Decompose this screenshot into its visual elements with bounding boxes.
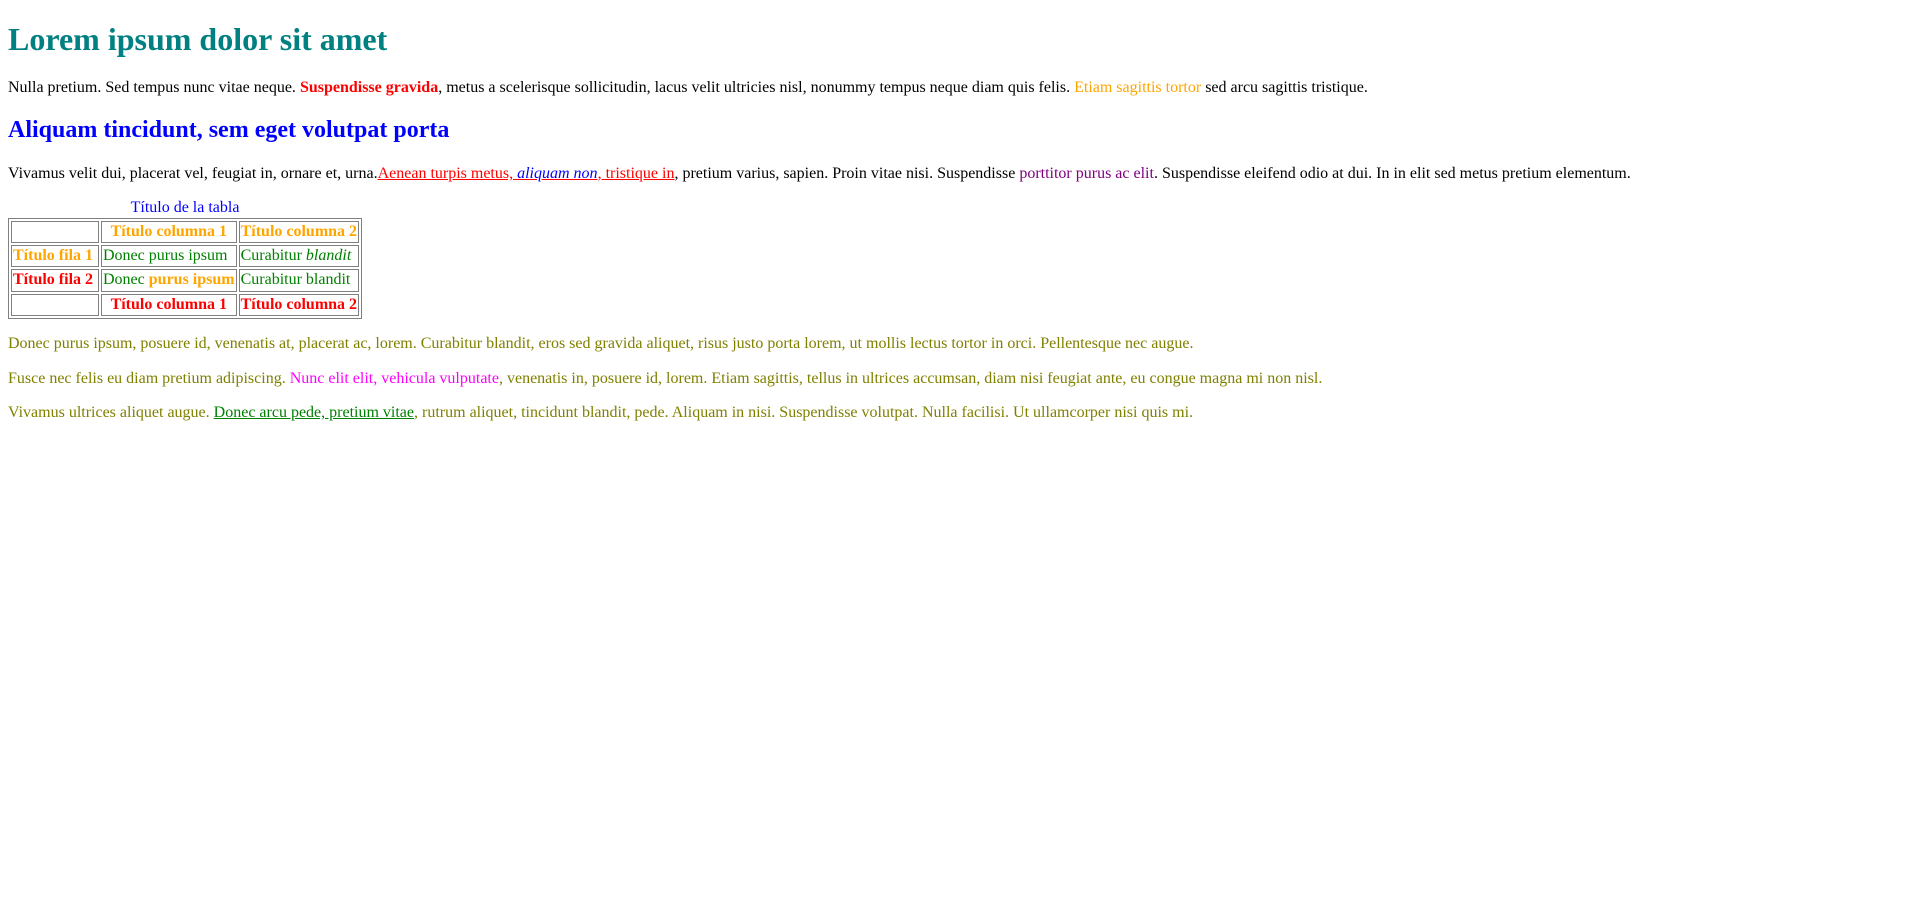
aenean-link[interactable]: Aenean turpis metus, aliquam non, tristi… bbox=[378, 165, 675, 182]
table-row: Título fila 1 Donec purus ipsum Curabitu… bbox=[11, 244, 360, 268]
table-footer-column-2: Título columna 2 bbox=[238, 293, 360, 317]
table-header-column-1: Título columna 1 bbox=[101, 220, 237, 243]
second-paragraph: Vivamus velit dui, placerat vel, feugiat… bbox=[8, 165, 1912, 183]
table-cell-bold: purus ipsum bbox=[148, 271, 235, 289]
olive-3-text-2: , rutrum aliquet, tincidunt blandit, ped… bbox=[414, 403, 1194, 421]
table-cell: Donec purus ipsum bbox=[101, 244, 237, 268]
intro-text-2: , metus a scelerisque sollicitudin, lacu… bbox=[438, 78, 1075, 96]
aenean-link-part-em: aliquam non bbox=[517, 164, 598, 182]
intro-paragraph: Nulla pretium. Sed tempus nunc vitae neq… bbox=[8, 79, 1912, 97]
olive-paragraph-1: Donec purus ipsum, posuere id, venenatis… bbox=[8, 335, 1194, 353]
table-cell: Curabitur blandit bbox=[238, 269, 360, 292]
main-heading: Lorem ipsum dolor sit amet bbox=[8, 21, 388, 57]
sub-heading: Aliquam tincidunt, sem eget volutpat por… bbox=[8, 117, 450, 144]
table-cell-text: Donec bbox=[103, 271, 149, 289]
table-caption: Título de la tabla bbox=[130, 199, 240, 217]
intro-text-1: Nulla pretium. Sed tempus nunc vitae neq… bbox=[8, 78, 300, 96]
intro-orange-text: Etiam sagittis tortor bbox=[1074, 78, 1202, 96]
second-text-2: , pretium varius, sapien. Proin vitae ni… bbox=[674, 164, 1020, 182]
table-header-column-2: Título columna 2 bbox=[238, 220, 360, 243]
table-footer-column-1: Título columna 1 bbox=[101, 293, 237, 317]
aenean-link-part-a: Aenean turpis metus, bbox=[377, 164, 518, 182]
olive-paragraph-3: Vivamus ultrices aliquet augue. Donec ar… bbox=[8, 404, 1912, 422]
table-cell: Donec purus ipsum bbox=[101, 269, 237, 292]
olive-2-magenta-text: Nunc elit elit, vehicula vulputate bbox=[289, 369, 499, 387]
table-row: Título fila 2 Donec purus ipsum Curabitu… bbox=[11, 269, 360, 292]
intro-text-3: sed arcu sagittis tristique. bbox=[1201, 78, 1368, 96]
table-header-row: Título columna 1 Título columna 2 bbox=[11, 220, 360, 243]
table-cell: Curabitur blandit bbox=[238, 244, 360, 268]
intro-bold-red: Suspendisse gravida bbox=[299, 78, 439, 96]
table-header-empty-cell bbox=[11, 220, 99, 243]
donec-arcu-link[interactable]: Donec arcu pede, pretium vitae bbox=[214, 404, 414, 421]
data-table: Título de la tabla Título columna 1 Títu… bbox=[8, 199, 363, 320]
second-purple-text: porttitor purus ac elit bbox=[1019, 164, 1154, 182]
page-content: Lorem ipsum dolor sit amet Nulla pretium… bbox=[0, 21, 1920, 422]
table-footer-row: Título columna 1 Título columna 2 bbox=[11, 293, 360, 317]
olive-2-text-1: Fusce nec felis eu diam pretium adipisci… bbox=[8, 369, 290, 387]
olive-2-text-2: , venenatis in, posuere id, lorem. Etiam… bbox=[498, 369, 1323, 387]
olive-3-text-1: Vivamus ultrices aliquet augue. bbox=[8, 403, 214, 421]
table-cell-emphasis: blandit bbox=[305, 246, 352, 264]
table-row-header-2: Título fila 2 bbox=[11, 269, 99, 292]
table-footer-empty-cell bbox=[11, 293, 99, 317]
second-text-3: . Suspendisse eleifend odio at dui. In i… bbox=[1153, 164, 1631, 182]
table-cell-text: Curabitur bbox=[240, 246, 306, 264]
second-text-1: Vivamus velit dui, placerat vel, feugiat… bbox=[8, 164, 378, 182]
aenean-link-part-c: , tristique in bbox=[597, 164, 675, 182]
table-row-header-1: Título fila 1 bbox=[11, 244, 99, 268]
olive-paragraph-2: Fusce nec felis eu diam pretium adipisci… bbox=[8, 370, 1912, 388]
